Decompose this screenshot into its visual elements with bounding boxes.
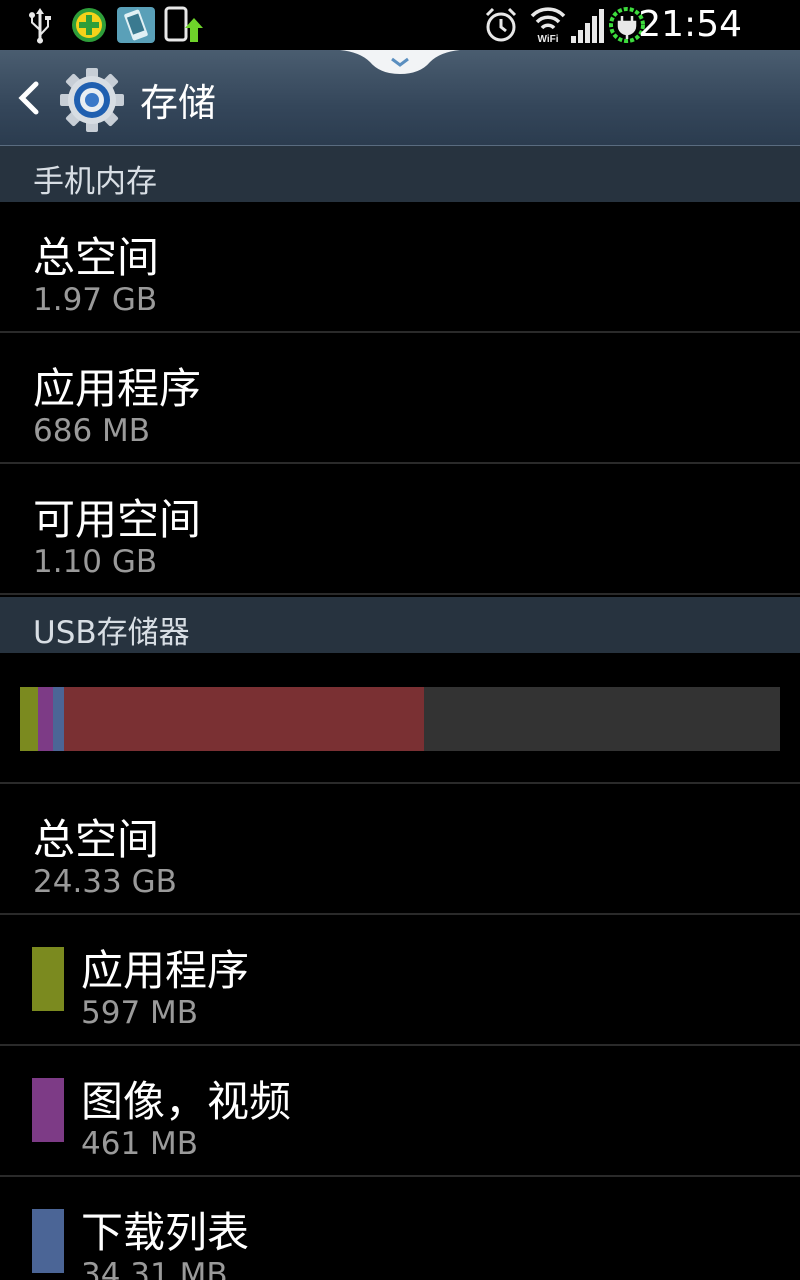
item-value: 686 MB bbox=[33, 413, 151, 449]
usb-storage-usage-row bbox=[0, 653, 800, 784]
back-icon[interactable] bbox=[14, 78, 44, 118]
list-item-usb-media[interactable]: 图像，视频 461 MB bbox=[0, 1046, 800, 1177]
section-title: 手机内存 bbox=[33, 164, 157, 200]
section-header-internal: 手机内存 bbox=[0, 146, 800, 202]
color-swatch bbox=[32, 1209, 64, 1273]
list-item-internal-free[interactable]: 可用空间 1.10 GB bbox=[0, 464, 800, 595]
item-value: 24.33 GB bbox=[33, 864, 177, 900]
item-value: 1.10 GB bbox=[33, 544, 158, 580]
signal-icon bbox=[571, 9, 604, 43]
wifi-icon: WiFi bbox=[530, 7, 566, 44]
item-title: 总空间 bbox=[33, 233, 160, 282]
item-title: 可用空间 bbox=[33, 495, 202, 544]
list-item-internal-apps[interactable]: 应用程序 686 MB bbox=[0, 333, 800, 464]
notification-pull-tab[interactable] bbox=[340, 50, 460, 76]
list-item-usb-downloads[interactable]: 下载列表 34.31 MB bbox=[0, 1177, 800, 1280]
item-value: 597 MB bbox=[81, 995, 199, 1031]
page-title: 存储 bbox=[140, 81, 217, 125]
usage-segment bbox=[38, 687, 53, 751]
wifi-label: WiFi bbox=[537, 34, 558, 44]
status-bar: WiFi 21:54 bbox=[0, 0, 800, 50]
item-title: 总空间 bbox=[33, 815, 160, 864]
item-value: 461 MB bbox=[81, 1126, 199, 1162]
usage-segment bbox=[52, 687, 65, 751]
color-swatch bbox=[32, 947, 64, 1011]
item-title: 图像，视频 bbox=[81, 1077, 292, 1126]
item-value: 1.97 GB bbox=[33, 282, 158, 318]
usage-segment bbox=[64, 687, 425, 751]
list-item-usb-total[interactable]: 总空间 24.33 GB bbox=[0, 784, 800, 915]
list-item-usb-apps[interactable]: 应用程序 597 MB bbox=[0, 915, 800, 1046]
alarm-icon bbox=[485, 7, 517, 42]
section-title: USB存储器 bbox=[33, 615, 190, 651]
section-header-usb: USB存储器 bbox=[0, 597, 800, 653]
phone-upload-icon bbox=[164, 6, 203, 42]
item-title: 下载列表 bbox=[81, 1208, 250, 1257]
item-value: 34.31 MB bbox=[81, 1257, 228, 1280]
usb-icon bbox=[29, 8, 51, 44]
plus-app-icon bbox=[72, 8, 106, 42]
color-swatch bbox=[32, 1078, 64, 1142]
item-title: 应用程序 bbox=[33, 364, 202, 413]
item-title: 应用程序 bbox=[81, 946, 250, 995]
storage-usage-bar bbox=[20, 687, 780, 751]
list-item-internal-total[interactable]: 总空间 1.97 GB bbox=[0, 202, 800, 333]
settings-gear-icon[interactable] bbox=[58, 66, 126, 134]
usage-segment bbox=[20, 687, 39, 751]
app-icon bbox=[117, 7, 155, 43]
clock: 21:54 bbox=[638, 4, 742, 45]
